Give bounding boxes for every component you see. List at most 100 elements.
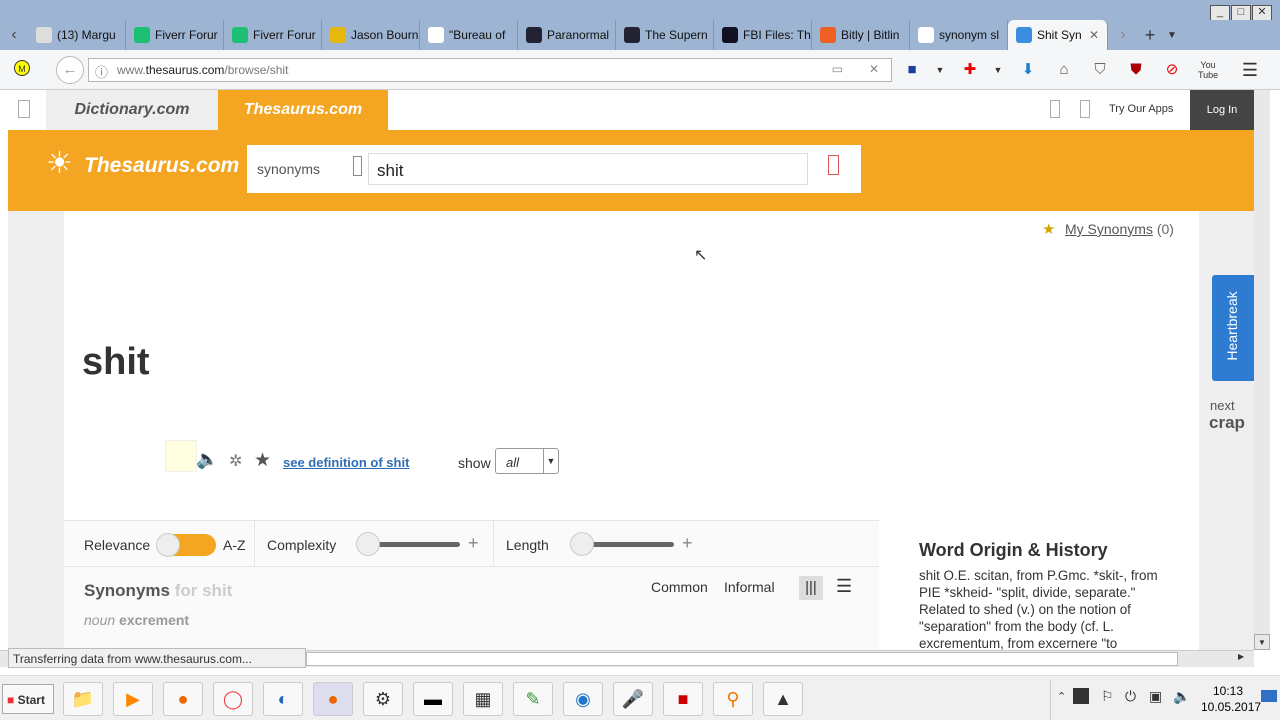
reader-view-icon[interactable]: ▭ (832, 62, 843, 76)
clock-time[interactable]: 10:13 (1213, 684, 1243, 698)
network-tray-icon[interactable]: ▣ (1149, 688, 1162, 705)
browser-tab[interactable]: Fiverr Forur (224, 20, 322, 50)
home-icon[interactable]: ⌂ (1054, 60, 1074, 80)
back-button[interactable]: ← (56, 56, 84, 84)
thesaurus-tab[interactable]: Thesaurus.com (218, 90, 388, 130)
search-tool-icon[interactable]: ⚲ (713, 682, 753, 716)
vertical-scrollbar[interactable]: ▼ (1254, 90, 1270, 650)
block-icon[interactable]: ⊘ (1162, 60, 1182, 80)
my-synonyms-link[interactable]: My Synonyms (1065, 221, 1153, 237)
network-icon[interactable]: ⚙ (363, 682, 403, 716)
youtube-icon[interactable]: You Tube (1198, 60, 1218, 80)
media-player-icon[interactable]: ▶ (113, 682, 153, 716)
save-dropdown-icon[interactable]: ▼ (930, 60, 950, 80)
calculator-icon[interactable]: ▦ (463, 682, 503, 716)
browser-tab[interactable]: Jason Bourn (322, 20, 420, 50)
column-view-icon[interactable]: ||| (799, 576, 823, 600)
az-label[interactable]: A-Z (223, 537, 246, 553)
save-icon[interactable]: ■ (902, 60, 922, 80)
start-button[interactable]: ■ Start (2, 684, 54, 714)
paint-icon[interactable]: ▲ (763, 682, 803, 716)
complexity-plus-icon[interactable]: + (468, 533, 479, 554)
next-word-link[interactable]: crap (1209, 413, 1245, 433)
browser-tab[interactable]: FBI Files: Th (714, 20, 812, 50)
next-label[interactable]: next (1210, 398, 1235, 413)
favorite-star-icon[interactable]: ★ (254, 449, 271, 472)
app-icon-red[interactable]: ■ (663, 682, 703, 716)
url-bar[interactable]: ⓘ www.thesaurus.com/browse/shit ▭ ✕ (88, 58, 892, 82)
show-label: show (458, 455, 491, 471)
title-bar: _ □ ✕ (0, 0, 1280, 21)
list-view-icon[interactable]: ☰ (836, 576, 852, 597)
show-desktop-icon[interactable] (1261, 690, 1277, 702)
search-type-select[interactable]: synonyms (257, 161, 320, 177)
length-plus-icon[interactable]: + (682, 533, 693, 554)
volume-icon[interactable]: 🔈 (1173, 688, 1190, 705)
dictionary-tab[interactable]: Dictionary.com (46, 90, 218, 130)
flag-icon[interactable]: ⚐ (1101, 688, 1114, 705)
cmd-icon[interactable]: ▬ (413, 682, 453, 716)
browser-tab[interactable]: synonym sl (910, 20, 1008, 50)
show-select[interactable]: all ▼ (495, 448, 559, 474)
heartbreak-tab[interactable]: Heartbreak (1212, 275, 1254, 381)
relevance-label[interactable]: Relevance (84, 537, 150, 553)
addon-dropdown-icon[interactable]: ▼ (988, 60, 1008, 80)
pocket-icon[interactable]: ⛉ (1090, 60, 1110, 80)
search-input[interactable]: shit (368, 153, 808, 185)
firefox-active-icon[interactable]: ● (313, 682, 353, 716)
ublock-icon[interactable]: ⛊ (1126, 60, 1146, 80)
close-window-button[interactable]: ✕ (1252, 5, 1272, 21)
maximize-button[interactable]: □ (1231, 5, 1251, 21)
browser-tab[interactable]: Bitly | Bitlin (812, 20, 910, 50)
browser-icon[interactable]: ◐ (263, 682, 303, 716)
browser-tab[interactable]: Shit Syn ✕ (1008, 20, 1108, 50)
browser-tab[interactable]: (13) Margu (28, 20, 126, 50)
menu-icon[interactable]: ☰ (1240, 60, 1260, 80)
complexity-label: Complexity (267, 537, 337, 553)
new-tab-button[interactable]: + (1138, 25, 1162, 46)
complexity-handle[interactable] (356, 532, 380, 556)
show-hidden-icons[interactable]: ⌃ (1057, 690, 1066, 703)
horizontal-scroll-thumb[interactable] (306, 652, 1178, 666)
logo[interactable]: Thesaurus.com (84, 154, 239, 178)
close-tab-icon[interactable]: ✕ (1089, 28, 1099, 42)
microphone-icon[interactable]: 🎤 (613, 682, 653, 716)
main-content: ★ My Synonyms (0) shit 🔈 ✲ ★ see definit… (64, 211, 1199, 650)
browser-tab[interactable]: "Bureau of (420, 20, 518, 50)
app-icon[interactable] (18, 100, 30, 118)
common-filter[interactable]: Common (651, 579, 708, 595)
minimize-button[interactable]: _ (1210, 5, 1230, 21)
informal-filter[interactable]: Informal (724, 579, 775, 595)
scroll-right-icon[interactable]: ▶ (1238, 652, 1244, 661)
browser-tab[interactable]: Paranormal (518, 20, 616, 50)
clock-date[interactable]: 10.05.2017 (1201, 700, 1261, 714)
scroll-tabs-left-icon[interactable]: ‹ (0, 26, 28, 44)
addon-red-cross-icon[interactable]: ✚ (960, 60, 980, 80)
tab-list-dropdown-icon[interactable]: ▼ (1162, 30, 1182, 41)
scroll-down-icon[interactable]: ▼ (1254, 634, 1270, 650)
browser-tab[interactable]: The Supern (616, 20, 714, 50)
login-button[interactable]: Log In (1190, 90, 1254, 130)
see-definition-link[interactable]: see definition of shit (283, 455, 409, 470)
try-apps-link[interactable]: Try Our Apps (1109, 103, 1173, 115)
opera-icon[interactable]: ◯ (213, 682, 253, 716)
relevance-toggle[interactable] (156, 533, 216, 557)
firefox-icon[interactable]: ● (163, 682, 203, 716)
downloads-icon[interactable]: ⬇ (1018, 60, 1038, 80)
app-store-icon[interactable] (1050, 100, 1060, 118)
scroll-tabs-right-icon[interactable]: › (1108, 26, 1138, 44)
badge-icon[interactable]: ✲ (229, 451, 242, 471)
audio-icon[interactable]: 🔈 (196, 449, 218, 470)
google-play-icon[interactable] (1080, 100, 1090, 118)
extension-m-icon[interactable]: M (14, 60, 30, 76)
notepad-icon[interactable]: ✎ (513, 682, 553, 716)
browser-tab[interactable]: Fiverr Forur (126, 20, 224, 50)
explorer-icon[interactable]: 📁 (63, 682, 103, 716)
search-button[interactable] (828, 155, 839, 175)
power-icon[interactable]: ⏻ (1125, 688, 1136, 705)
qbittorrent-icon[interactable]: ◉ (563, 682, 603, 716)
site-info-icon[interactable]: ⓘ (95, 62, 108, 81)
tray-app-icon[interactable] (1073, 688, 1089, 704)
length-handle[interactable] (570, 532, 594, 556)
clear-url-icon[interactable]: ✕ (869, 62, 879, 76)
